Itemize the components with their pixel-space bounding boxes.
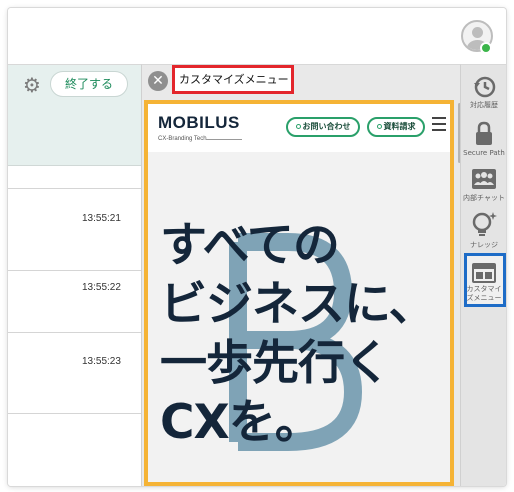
layout-icon: [472, 263, 496, 283]
request-docs-label: 資料請求: [383, 122, 416, 131]
sidebar-item-label: ナレッジ: [470, 241, 498, 249]
sidebar-item-secure-path[interactable]: Secure Path: [461, 121, 506, 158]
sidebar-item-label: 内部チャット: [463, 194, 505, 202]
hero-line: 一歩先行く: [160, 336, 391, 391]
close-icon[interactable]: ✕: [148, 71, 168, 91]
customize-menu-panel: ✕ カスタマイズメニュー MOBILUS CX-Branding Tech. お…: [141, 64, 461, 486]
avatar-head: [472, 27, 483, 38]
message-time: 13:55:23: [82, 356, 121, 367]
webpage-header: MOBILUS CX-Branding Tech. お問い合わせ 資料請求: [148, 104, 450, 152]
end-button[interactable]: 終了する: [50, 71, 128, 97]
row-divider: [8, 270, 141, 271]
sidebar-item-history[interactable]: 対応履歴: [461, 75, 506, 110]
logo-tagline: CX-Branding Tech.: [158, 136, 209, 142]
lightbulb-icon: [472, 212, 497, 236]
row-divider: [8, 332, 141, 333]
row-divider: [8, 413, 141, 414]
row-divider: [8, 188, 141, 189]
sidebar-item-customize-menu[interactable]: カスタマイズメニュー: [461, 263, 506, 303]
conversation-header: ⚙ 終了する: [8, 65, 141, 166]
team-chat-icon: [472, 169, 496, 189]
message-time: 13:55:22: [82, 282, 121, 293]
hero-line: CXを。: [160, 395, 322, 450]
top-bar: [8, 8, 506, 64]
contact-label: お問い合わせ: [302, 122, 351, 131]
hero-headline: すべての ビジネスに、 一歩先行く CXを。: [160, 216, 450, 452]
right-sidebar: 対応履歴 Secure Path 内部チャット ナレッジ カスタマイズメニュー: [460, 64, 506, 486]
online-status-dot: [480, 42, 492, 54]
sidebar-item-internal-chat[interactable]: 内部チャット: [461, 168, 506, 203]
logo-rule: [206, 139, 242, 140]
arrow-icon: [295, 124, 301, 129]
sidebar-item-knowledge[interactable]: ナレッジ: [461, 211, 506, 250]
panel-title: カスタマイズメニュー: [172, 65, 294, 94]
message-time: 13:55:21: [82, 213, 121, 224]
conversation-panel: ⚙ 終了する 13:55:21 13:55:22 13:55:23: [8, 64, 141, 486]
mobilus-logo[interactable]: MOBILUS: [158, 113, 240, 133]
embedded-webpage[interactable]: MOBILUS CX-Branding Tech. お問い合わせ 資料請求 すべ…: [144, 100, 454, 486]
hero-line: ビジネスに、: [160, 277, 436, 332]
menu-icon[interactable]: [432, 117, 448, 133]
history-icon: [474, 76, 496, 98]
app-window: ⚙ 終了する 13:55:21 13:55:22 13:55:23 ✕ カスタマ…: [8, 8, 506, 486]
lock-icon: [476, 121, 492, 145]
sidebar-item-label: Secure Path: [463, 149, 505, 157]
hero-line: すべての: [160, 218, 340, 273]
sidebar-item-label: 対応履歴: [470, 101, 498, 109]
sidebar-item-label: カスタマイズメニュー: [466, 285, 502, 302]
request-docs-button[interactable]: 資料請求: [367, 117, 425, 137]
arrow-icon: [376, 124, 382, 129]
contact-button[interactable]: お問い合わせ: [286, 117, 360, 137]
gear-icon[interactable]: ⚙: [21, 74, 43, 96]
